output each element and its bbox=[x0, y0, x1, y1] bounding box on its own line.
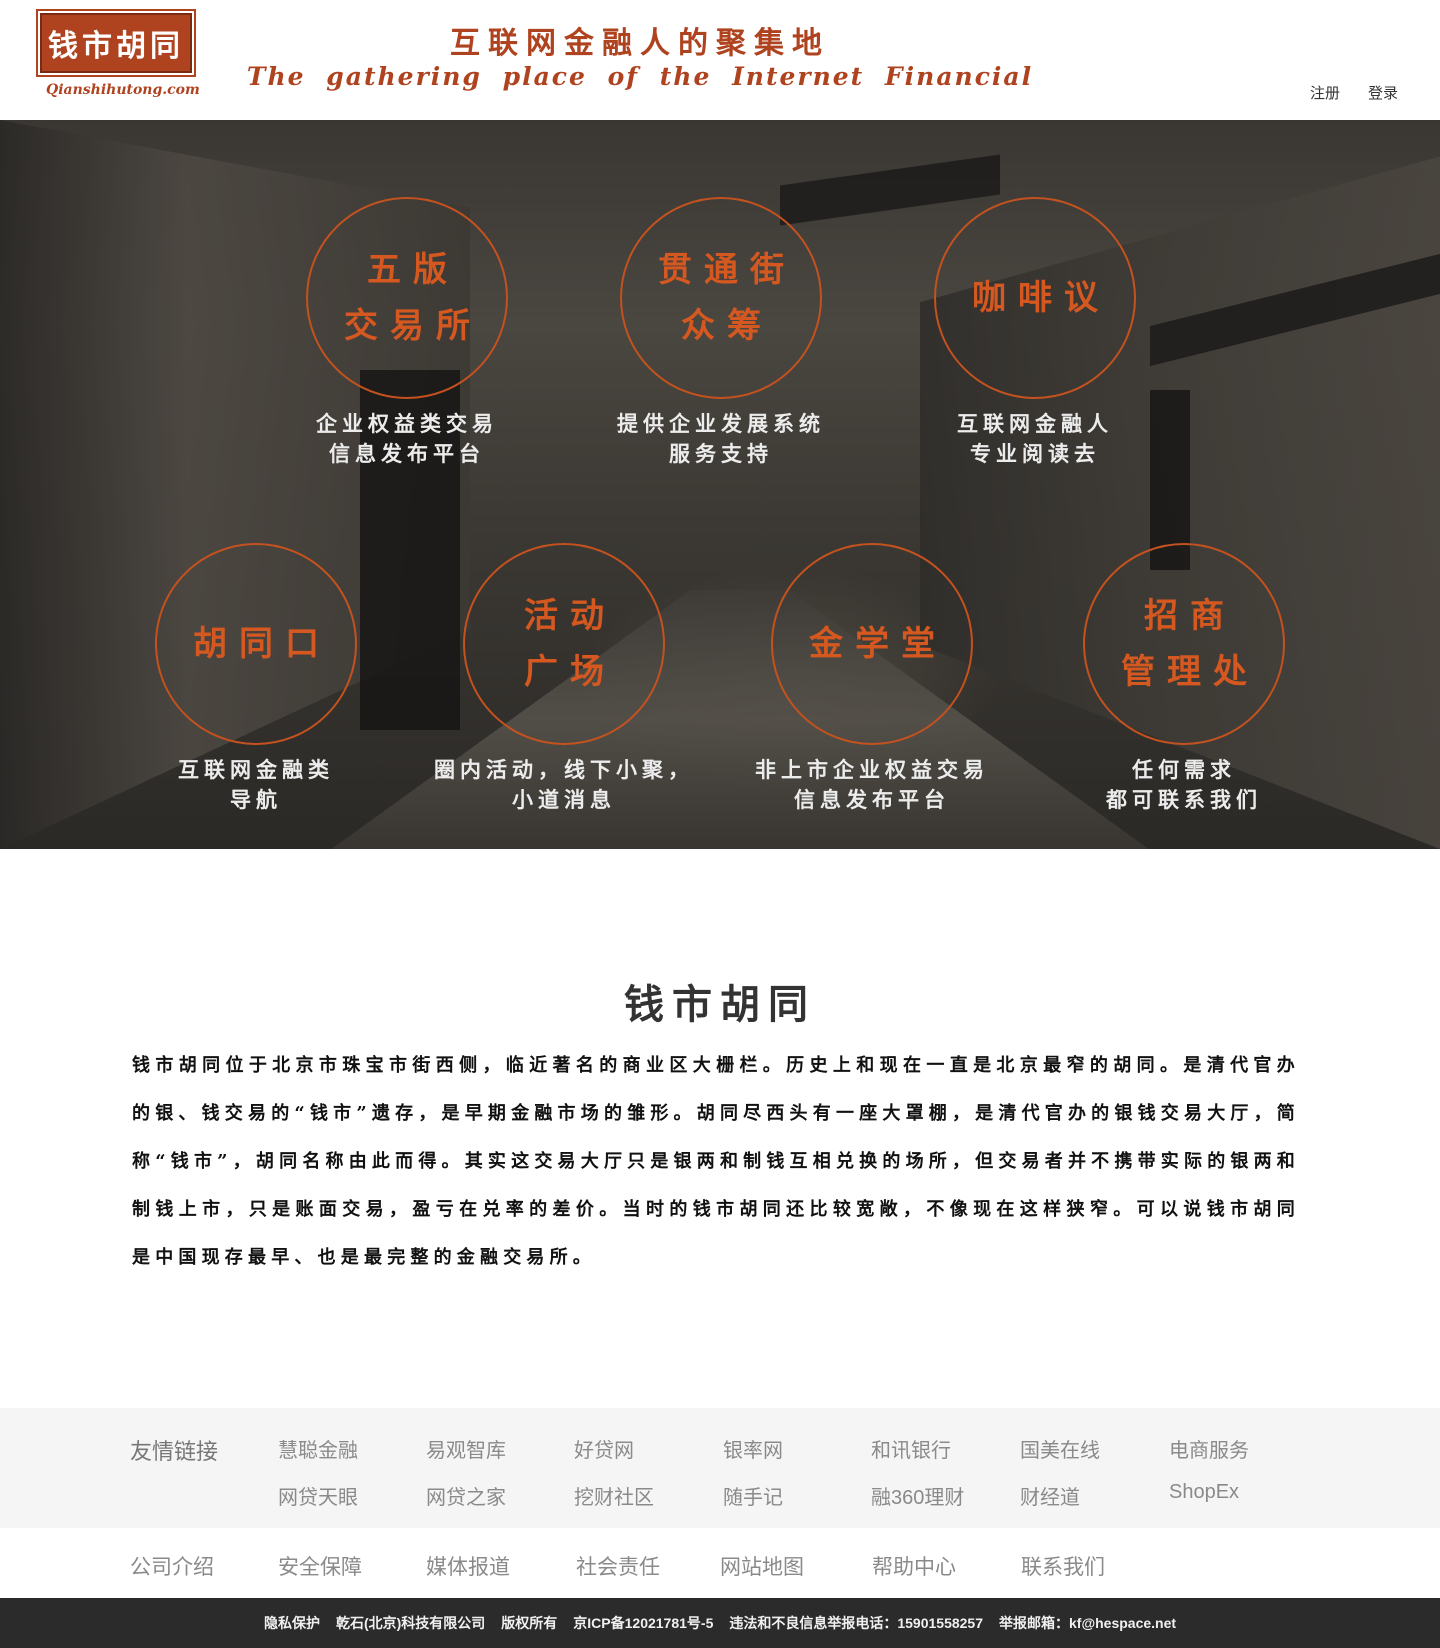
feature-title-line: 交易所 bbox=[344, 306, 482, 346]
friend-links-title: 友情链接 bbox=[130, 1439, 219, 1464]
footer-nav-about[interactable]: 公司介绍 bbox=[130, 1551, 214, 1581]
friend-link[interactable]: 财经道 bbox=[1020, 1481, 1080, 1510]
site-header: 钱市胡同 Qianshihutong.com 互联网金融人的聚集地 The ga… bbox=[0, 0, 1440, 120]
feature-desc-line: 提供企业发展系统 bbox=[617, 411, 825, 436]
friend-links-section: 友情链接 慧聪金融 易观智库 好贷网 银率网 和讯银行 国美在线 电商服务 网贷… bbox=[0, 1408, 1440, 1528]
feature-business-office[interactable]: 招商 管理处 任何需求 都可联系我们 bbox=[1054, 543, 1314, 815]
friend-link[interactable]: 随手记 bbox=[723, 1481, 783, 1510]
feature-title-line: 活动 bbox=[524, 596, 616, 636]
feature-circle[interactable]: 活动 广场 bbox=[463, 543, 665, 745]
slogan-chinese: 互联网金融人的聚集地 bbox=[450, 26, 830, 61]
about-title: 钱市胡同 bbox=[624, 981, 816, 1028]
feature-description: 互联网金融人 专业阅读去 bbox=[905, 409, 1165, 469]
feature-title-line: 管理处 bbox=[1121, 652, 1259, 692]
register-link[interactable]: 注册 bbox=[1310, 82, 1340, 103]
feature-desc-line: 服务支持 bbox=[669, 441, 773, 466]
friend-link[interactable]: 好贷网 bbox=[574, 1434, 634, 1463]
report-phone: 违法和不良信息举报电话：15901558257 bbox=[729, 1615, 984, 1631]
feature-desc-line: 都可联系我们 bbox=[1106, 787, 1262, 812]
feature-desc-line: 小道消息 bbox=[512, 787, 616, 812]
friend-link[interactable]: 易观智库 bbox=[426, 1434, 506, 1463]
friend-link[interactable]: 网贷天眼 bbox=[278, 1481, 358, 1510]
login-link[interactable]: 登录 bbox=[1368, 82, 1398, 103]
copyright-bar: 隐私保护 乾石(北京)科技有限公司 版权所有 京ICP备12021781号-5 … bbox=[0, 1598, 1440, 1648]
feature-desc-line: 专业阅读去 bbox=[970, 441, 1100, 466]
friend-link[interactable]: 挖财社区 bbox=[574, 1481, 654, 1510]
feature-desc-line: 互联网金融类 bbox=[178, 757, 334, 782]
feature-desc-line: 圈内活动，线下小聚， bbox=[434, 757, 694, 782]
feature-desc-line: 互联网金融人 bbox=[957, 411, 1113, 436]
about-paragraph: 钱市胡同位于北京市珠宝市街西侧，临近著名的商业区大栅栏。历史上和现在一直是北京最… bbox=[132, 1055, 1300, 1268]
footer-nav-sitemap[interactable]: 网站地图 bbox=[720, 1551, 804, 1581]
auth-links: 注册 登录 bbox=[1310, 82, 1398, 103]
friend-link[interactable]: 电商服务 bbox=[1169, 1434, 1249, 1463]
footer-nav-social[interactable]: 社会责任 bbox=[576, 1551, 660, 1581]
feature-description: 任何需求 都可联系我们 bbox=[1054, 755, 1314, 815]
feature-desc-line: 信息发布平台 bbox=[329, 441, 485, 466]
footer-nav-security[interactable]: 安全保障 bbox=[278, 1551, 362, 1581]
friend-link[interactable]: 融360理财 bbox=[871, 1481, 964, 1510]
feature-desc-line: 导航 bbox=[230, 787, 282, 812]
company-name: 乾石(北京)科技有限公司 bbox=[335, 1615, 486, 1631]
hero-banner: 五版 交易所 企业权益类交易 信息发布平台 贯通街 众筹 提供企业发展系统 服务… bbox=[0, 120, 1440, 849]
feature-title-line: 咖啡议 bbox=[972, 278, 1110, 318]
feature-description: 企业权益类交易 信息发布平台 bbox=[277, 409, 537, 469]
feature-activity-square[interactable]: 活动 广场 圈内活动，线下小聚， 小道消息 bbox=[434, 543, 694, 815]
feature-title-line: 广场 bbox=[524, 652, 616, 692]
feature-circle[interactable]: 咖啡议 bbox=[934, 197, 1136, 399]
feature-desc-line: 信息发布平台 bbox=[794, 787, 950, 812]
feature-description: 圈内活动，线下小聚， 小道消息 bbox=[434, 755, 694, 815]
friend-link[interactable]: 国美在线 bbox=[1020, 1434, 1100, 1463]
feature-circle[interactable]: 金学堂 bbox=[771, 543, 973, 745]
friend-link[interactable]: 慧聪金融 bbox=[278, 1434, 358, 1463]
feature-wuban-exchange[interactable]: 五版 交易所 企业权益类交易 信息发布平台 bbox=[277, 197, 537, 469]
feature-hutong-entrance[interactable]: 胡同口 互联网金融类 导航 bbox=[126, 543, 386, 815]
friend-link[interactable]: ShopEx bbox=[1169, 1481, 1239, 1504]
slogan-english: The gathering place of the Internet Fina… bbox=[246, 62, 1034, 91]
friend-link[interactable]: 网贷之家 bbox=[426, 1481, 506, 1510]
feature-circle[interactable]: 招商 管理处 bbox=[1083, 543, 1285, 745]
icp-number[interactable]: 京ICP备12021781号-5 bbox=[573, 1613, 713, 1633]
footer-nav-help[interactable]: 帮助中心 bbox=[872, 1551, 956, 1581]
feature-description: 非上市企业权益交易 信息发布平台 bbox=[742, 755, 1002, 815]
rights-reserved: 版权所有 bbox=[501, 1615, 558, 1631]
feature-circle[interactable]: 贯通街 众筹 bbox=[620, 197, 822, 399]
feature-desc-line: 任何需求 bbox=[1132, 757, 1236, 782]
feature-desc-line: 非上市企业权益交易 bbox=[755, 757, 989, 782]
feature-crowdfunding[interactable]: 贯通街 众筹 提供企业发展系统 服务支持 bbox=[591, 197, 851, 469]
feature-title-line: 胡同口 bbox=[193, 624, 331, 664]
feature-desc-line: 企业权益类交易 bbox=[316, 411, 498, 436]
feature-title-line: 众筹 bbox=[681, 306, 773, 346]
feature-circle[interactable]: 胡同口 bbox=[155, 543, 357, 745]
feature-title-line: 贯通街 bbox=[658, 250, 796, 290]
feature-finance-academy[interactable]: 金学堂 非上市企业权益交易 信息发布平台 bbox=[742, 543, 1002, 815]
friend-link[interactable]: 和讯银行 bbox=[871, 1434, 951, 1463]
footer-nav: 公司介绍 安全保障 媒体报道 社会责任 网站地图 帮助中心 联系我们 bbox=[0, 1528, 1440, 1598]
report-email[interactable]: 举报邮箱：kf@hespace.net bbox=[999, 1613, 1176, 1633]
feature-title-line: 金学堂 bbox=[809, 624, 947, 664]
footer-nav-media[interactable]: 媒体报道 bbox=[426, 1551, 510, 1581]
friend-link[interactable]: 银率网 bbox=[723, 1434, 783, 1463]
feature-description: 互联网金融类 导航 bbox=[126, 755, 386, 815]
footer-nav-contact[interactable]: 联系我们 bbox=[1021, 1551, 1105, 1581]
feature-coffee-talk[interactable]: 咖啡议 互联网金融人 专业阅读去 bbox=[905, 197, 1165, 469]
feature-title-line: 招商 bbox=[1144, 596, 1236, 636]
feature-description: 提供企业发展系统 服务支持 bbox=[591, 409, 851, 469]
privacy-link[interactable]: 隐私保护 bbox=[264, 1613, 320, 1633]
feature-title-line: 五版 bbox=[367, 250, 459, 290]
feature-circle[interactable]: 五版 交易所 bbox=[306, 197, 508, 399]
